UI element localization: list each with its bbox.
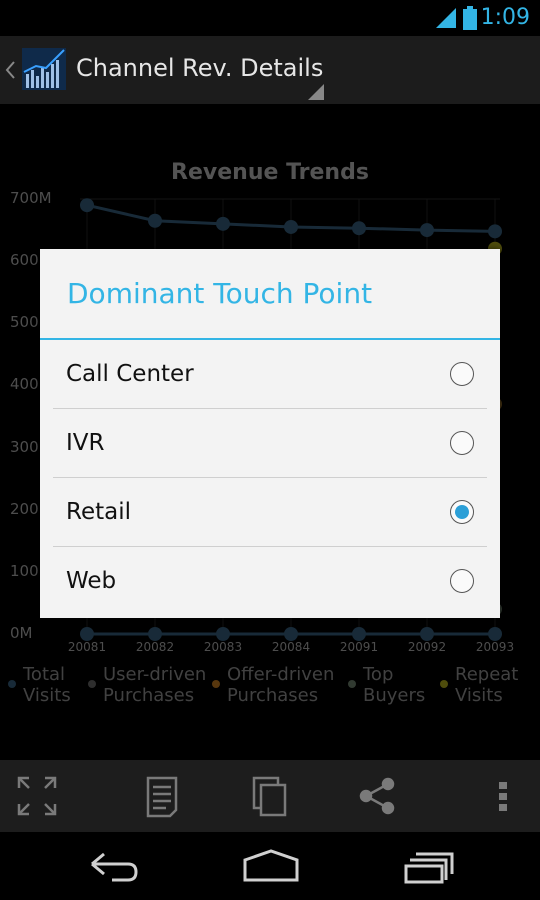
touch-point-dialog: Dominant Touch Point Call Center IVR Ret… (40, 249, 500, 618)
overflow-menu-icon (499, 782, 507, 811)
fullscreen-icon (17, 776, 57, 816)
app-title[interactable]: Channel Rev. Details (76, 54, 323, 82)
copy-icon (252, 776, 287, 817)
option-web[interactable]: Web (53, 548, 487, 616)
action-bar: Channel Rev. Details (0, 36, 540, 104)
radio-button[interactable] (450, 500, 474, 524)
copy-button[interactable] (248, 774, 292, 818)
option-label: Retail (66, 499, 131, 525)
option-ivr[interactable]: IVR (53, 410, 487, 478)
system-navigation-bar (0, 832, 540, 900)
radio-button[interactable] (450, 569, 474, 593)
dialog-title: Dominant Touch Point (67, 277, 373, 310)
overflow-menu-button[interactable] (482, 774, 526, 818)
dialog-title-divider (40, 338, 500, 340)
document-icon (146, 776, 178, 818)
back-icon (91, 852, 138, 882)
bottom-toolbar (0, 760, 540, 832)
option-retail[interactable]: Retail (53, 479, 487, 547)
radio-button[interactable] (450, 362, 474, 386)
option-label: IVR (66, 430, 105, 456)
radio-button[interactable] (450, 431, 474, 455)
status-time: 1:09 (480, 5, 530, 30)
document-button[interactable] (140, 774, 184, 818)
list-divider (53, 408, 487, 409)
recents-button[interactable] (396, 846, 466, 886)
app-logo-icon (22, 48, 66, 90)
share-icon (359, 777, 395, 815)
list-divider (53, 477, 487, 478)
spinner-triangle-icon (308, 84, 324, 100)
fullscreen-button[interactable] (15, 774, 59, 818)
status-bar: 1:09 (0, 0, 540, 36)
option-label: Web (66, 568, 117, 594)
signal-icon (436, 8, 456, 28)
chevron-left-icon (5, 61, 15, 79)
option-label: Call Center (66, 361, 194, 387)
list-divider (53, 546, 487, 547)
option-call-center[interactable]: Call Center (53, 341, 487, 409)
battery-icon (463, 6, 477, 30)
recents-icon (404, 852, 454, 884)
home-button[interactable] (236, 846, 306, 886)
up-navigation-button[interactable] (0, 36, 70, 104)
share-button[interactable] (356, 774, 400, 818)
home-icon (243, 849, 299, 882)
back-button[interactable] (78, 846, 148, 886)
